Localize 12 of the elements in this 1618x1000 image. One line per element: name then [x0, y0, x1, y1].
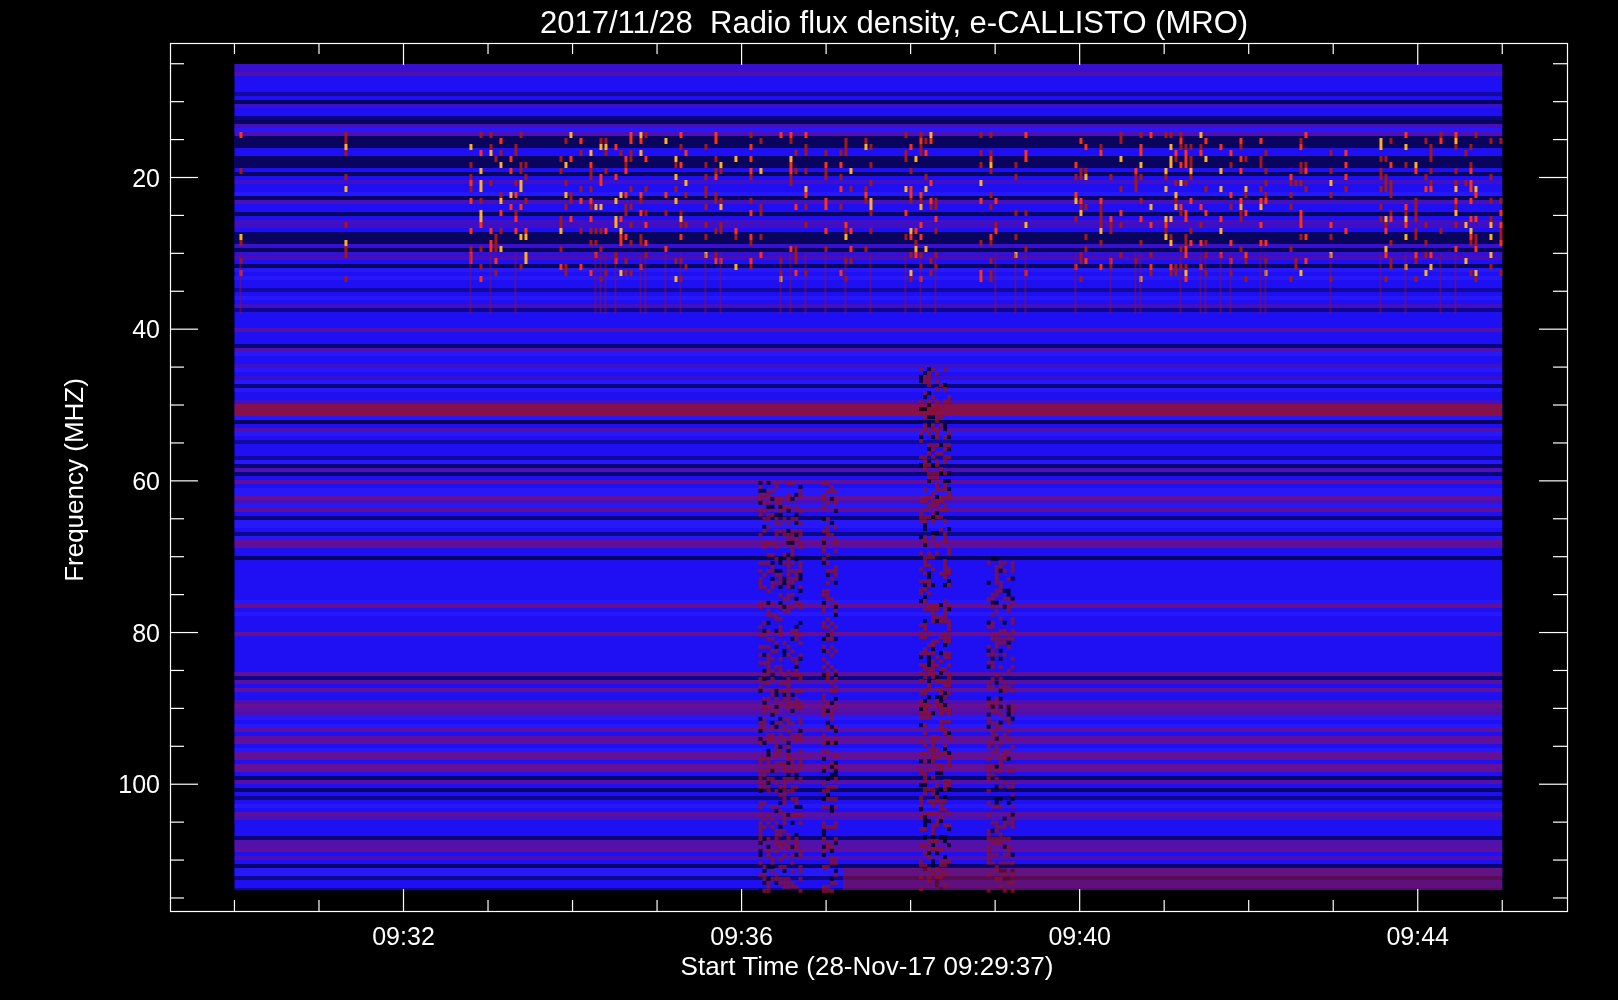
y-tick-label: 40 [132, 315, 160, 344]
y-tick-label: 80 [132, 618, 160, 647]
y-tick-label: 60 [132, 466, 160, 495]
x-tick-label: 09:40 [1048, 922, 1111, 950]
y-tick-label: 20 [132, 163, 160, 192]
y-tick-label: 100 [118, 770, 160, 799]
chart-title: 2017/11/28 Radio flux density, e-CALLISTO (MRO) [539, 5, 1249, 40]
x-axis-title: Start Time (28-Nov-17 09:29:37) [680, 951, 1054, 981]
x-tick-label: 09:44 [1386, 922, 1449, 950]
y-axis-title: Frequency (MHZ) [59, 378, 89, 582]
x-tick-label: 09:36 [710, 922, 773, 950]
x-tick-label: 09:32 [372, 922, 435, 950]
